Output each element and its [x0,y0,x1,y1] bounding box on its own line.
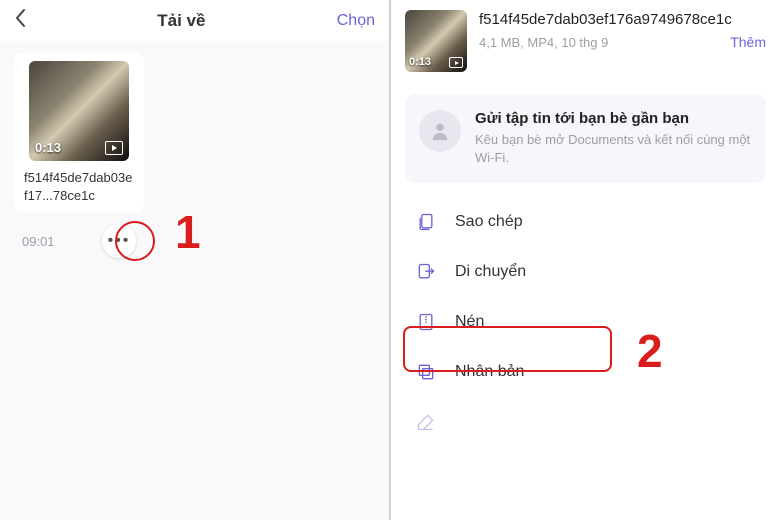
file-meta: 4,1 MB, MP4, 10 thg 9 [479,35,608,50]
action-label: Nhân bản [455,363,524,381]
page-title: Tải về [157,11,205,31]
video-icon [105,141,123,155]
annotation-number-2: 2 [637,324,663,378]
select-button[interactable]: Chọn [337,12,375,30]
back-button[interactable] [14,8,26,33]
video-duration: 0:13 [409,56,431,68]
video-icon [449,57,463,68]
compress-icon [415,311,437,333]
downloads-header: Tải về Chọn [0,0,389,41]
action-label: Nén [455,313,484,331]
person-icon [419,110,461,152]
action-list: Sao chép Di chuyển Nén Nhân bản [391,197,780,447]
action-label: Sao chép [455,213,523,231]
video-duration: 0:13 [35,140,61,155]
duplicate-icon [415,361,437,383]
file-time: 09:01 [22,234,55,249]
more-link[interactable]: Thêm [730,34,766,50]
action-compress[interactable]: Nén [391,297,780,347]
file-item[interactable]: 0:13 f514f45de7dab03ef17...78ce1c [14,53,144,212]
video-thumbnail-small[interactable]: 0:13 [405,10,467,72]
action-rename[interactable] [391,397,780,447]
action-label: Di chuyển [455,263,526,281]
move-icon [415,261,437,283]
share-title: Gửi tập tin tới bạn bè gần bạn [475,110,752,127]
file-detail-header: 0:13 f514f45de7dab03ef176a9749678ce1c 4,… [391,0,780,84]
file-name-full: f514f45de7dab03ef176a9749678ce1c [479,10,766,30]
video-thumbnail: 0:13 [29,61,129,161]
more-button[interactable]: ••• [102,224,136,258]
copy-icon [415,211,437,233]
action-copy[interactable]: Sao chép [391,197,780,247]
share-subtitle: Kêu bạn bè mở Documents và kết nối cùng … [475,131,752,167]
action-duplicate[interactable]: Nhân bản [391,347,780,397]
file-name: f514f45de7dab03ef17...78ce1c [22,169,136,204]
share-nearby-card[interactable]: Gửi tập tin tới bạn bè gần bạn Kêu bạn b… [405,94,766,183]
rename-icon [415,411,437,433]
annotation-number-1: 1 [175,205,201,259]
action-move[interactable]: Di chuyển [391,247,780,297]
